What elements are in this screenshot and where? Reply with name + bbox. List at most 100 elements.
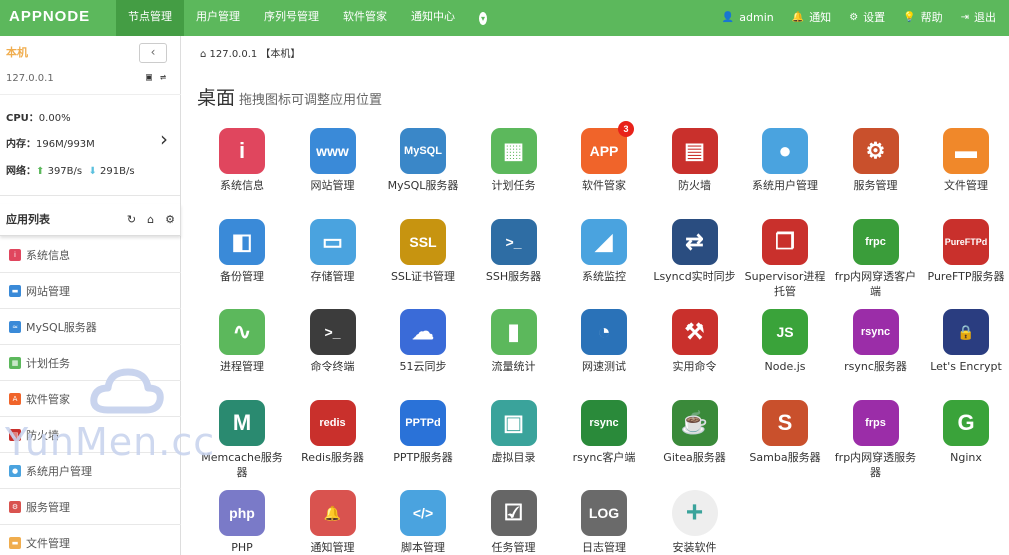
app-tile[interactable]: ⚙ 服务管理 xyxy=(831,128,921,193)
help-button[interactable]: 💡 帮助 xyxy=(894,0,951,36)
nav-user-management[interactable]: 用户管理 xyxy=(184,0,252,36)
sidebar-item-label: 服务管理 xyxy=(26,500,70,514)
app-icon: ◔ xyxy=(581,309,627,355)
logout-button[interactable]: ⇥ 退出 xyxy=(952,0,1005,36)
nav-more-button[interactable]: ▾ xyxy=(467,0,499,36)
home-icon[interactable]: ⌂ xyxy=(200,49,206,60)
app-label: 存储管理 xyxy=(310,269,355,283)
app-tile[interactable]: APP 3 软件管家 xyxy=(559,121,649,193)
app-tile[interactable]: >_ SSH服务器 xyxy=(469,218,559,284)
app-icon: ▬ xyxy=(943,128,989,174)
user-menu[interactable]: 👤 admin xyxy=(713,0,783,36)
app-tile[interactable]: S Samba服务器 xyxy=(740,399,830,465)
nav-software-manager[interactable]: 软件管家 xyxy=(331,0,399,36)
app-tile[interactable]: ◢ 系统监控 xyxy=(559,218,649,284)
app-tile[interactable]: G Nginx xyxy=(921,399,1009,465)
app-tile[interactable]: ⇄ Lsyncd实时同步 xyxy=(650,218,740,284)
app-tile[interactable]: ▦ 计划任务 xyxy=(469,128,559,193)
app-icon: >_ xyxy=(490,218,537,265)
app-tile[interactable]: frps frp内网穿透服务器 xyxy=(831,399,921,480)
memory-stat: 内存：196M/993M xyxy=(6,135,95,150)
app-icon-glyph: G xyxy=(957,409,975,435)
app-tile[interactable]: PPTPd PPTP服务器 xyxy=(378,399,468,465)
app-tile[interactable]: ☁ 51云同步 xyxy=(378,309,468,374)
app-tile[interactable]: ⚒ 实用命令 xyxy=(650,309,740,374)
app-tile[interactable]: 🔔 通知管理 xyxy=(288,490,378,555)
nav-node-management[interactable]: 节点管理 xyxy=(116,0,184,36)
sidebar-item-system-info[interactable]: i 系统信息 xyxy=(0,237,181,273)
app-tile[interactable]: i 系统信息 xyxy=(197,128,287,193)
app-icon: JS xyxy=(762,309,808,355)
app-tile[interactable]: LOG 日志管理 xyxy=(559,490,649,555)
app-label: 文件管理 xyxy=(944,179,988,192)
app-icon: ▭ xyxy=(309,218,356,265)
main-nav: 节点管理 用户管理 序列号管理 软件管家 通知中心 ▾ xyxy=(116,0,499,36)
app-tile[interactable]: ❐ Supervisor进程托管 xyxy=(740,218,830,299)
app-tile[interactable]: ▮ 流量统计 xyxy=(469,309,559,374)
collapse-sidebar-button[interactable]: ‹ xyxy=(139,43,167,63)
app-tile[interactable]: rsync rsync服务器 xyxy=(831,309,921,374)
system-info-icon: i xyxy=(9,248,21,261)
app-icon: redis xyxy=(309,399,356,446)
sidebar-item-mysql[interactable]: ≈ MySQL服务器 xyxy=(0,309,181,345)
app-icon-glyph: ▤ xyxy=(684,138,705,163)
app-label: 进程管理 xyxy=(220,360,264,373)
website-icon: ▬ xyxy=(9,284,21,297)
app-tile[interactable]: ▬ 文件管理 xyxy=(921,128,1009,193)
app-tile[interactable]: ▣ 虚拟目录 xyxy=(469,399,559,465)
app-tile[interactable]: </> 脚本管理 xyxy=(378,490,468,555)
app-tile[interactable]: JS Node.js xyxy=(740,309,830,374)
app-icon-glyph: rsync xyxy=(860,326,891,338)
app-icon: ☑ xyxy=(490,490,537,536)
sidebar-item-files[interactable]: ▬ 文件管理 xyxy=(0,525,181,555)
chevron-down-icon: ▾ xyxy=(479,11,487,25)
app-tile[interactable]: php PHP xyxy=(197,490,287,555)
sidebar-item-website[interactable]: ▬ 网站管理 xyxy=(0,273,181,309)
app-tile[interactable]: MySQL MySQL服务器 xyxy=(378,128,468,193)
app-tile[interactable]: SSL SSL证书管理 xyxy=(378,218,468,284)
gear-icon[interactable]: ⚙ xyxy=(165,204,175,236)
switch-icon[interactable]: ⇌ xyxy=(160,72,166,83)
app-label: 安装软件 xyxy=(672,541,717,554)
app-tile[interactable]: >_ 命令终端 xyxy=(288,309,378,374)
app-tile[interactable]: ☑ 任务管理 xyxy=(469,490,559,555)
app-tile[interactable]: ▭ 存储管理 xyxy=(288,218,378,284)
sidebar-item-services[interactable]: ⚙ 服务管理 xyxy=(0,489,181,525)
notify-button[interactable]: 🔔 通知 xyxy=(783,0,840,36)
app-label: 任务管理 xyxy=(491,541,536,554)
app-icon: ∿ xyxy=(219,309,265,355)
app-tile[interactable]: 🔒 Let's Encrypt xyxy=(921,309,1009,374)
refresh-icon[interactable]: ↻ xyxy=(127,204,136,236)
app-tile[interactable]: ▤ 防火墙 xyxy=(650,128,740,193)
app-tile[interactable]: ● 系统用户管理 xyxy=(740,128,830,193)
terminal-icon[interactable]: ▣ xyxy=(146,72,152,83)
app-label: 脚本管理 xyxy=(401,541,445,554)
app-icon: MySQL xyxy=(400,128,446,174)
app-tile[interactable]: frpc frp内网穿透客户端 xyxy=(831,218,921,299)
app-label: 计划任务 xyxy=(491,179,536,192)
app-icon-glyph: ▭ xyxy=(322,228,343,254)
memory-value: 196M/993M xyxy=(36,139,95,150)
app-tile[interactable]: www 网站管理 xyxy=(288,128,378,193)
app-tile[interactable]: ◔ 网速测试 xyxy=(559,309,649,374)
app-tile[interactable]: PureFTPd PureFTP服务器 xyxy=(921,218,1009,284)
top-right-menu: 👤 admin 🔔 通知 ⚙ 设置 💡 帮助 ⇥ 退出 xyxy=(713,0,1005,36)
user-icon: ● xyxy=(9,464,21,477)
nav-notification-center[interactable]: 通知中心 xyxy=(399,0,467,36)
app-icon-glyph: i xyxy=(238,138,246,163)
nav-serial-management[interactable]: 序列号管理 xyxy=(252,0,331,36)
app-icon-glyph: ▣ xyxy=(503,409,524,435)
app-icon: ⇄ xyxy=(671,218,718,265)
app-tile[interactable]: ∿ 进程管理 xyxy=(197,309,287,374)
home-icon[interactable]: ⌂ xyxy=(147,204,154,236)
app-tile[interactable]: + 安装软件 xyxy=(650,490,740,555)
app-label: 实用命令 xyxy=(672,360,717,373)
app-tile[interactable]: rsync rsync客户端 xyxy=(559,399,649,465)
app-icon: frpc xyxy=(852,218,899,265)
chevron-right-icon[interactable]: › xyxy=(160,127,168,151)
settings-button[interactable]: ⚙ 设置 xyxy=(840,0,894,36)
app-tile[interactable]: ☕ Gitea服务器 xyxy=(650,399,740,465)
folder-icon: ▬ xyxy=(9,536,21,549)
app-tile[interactable]: redis Redis服务器 xyxy=(288,399,378,465)
app-tile[interactable]: ◧ 备份管理 xyxy=(197,218,287,284)
